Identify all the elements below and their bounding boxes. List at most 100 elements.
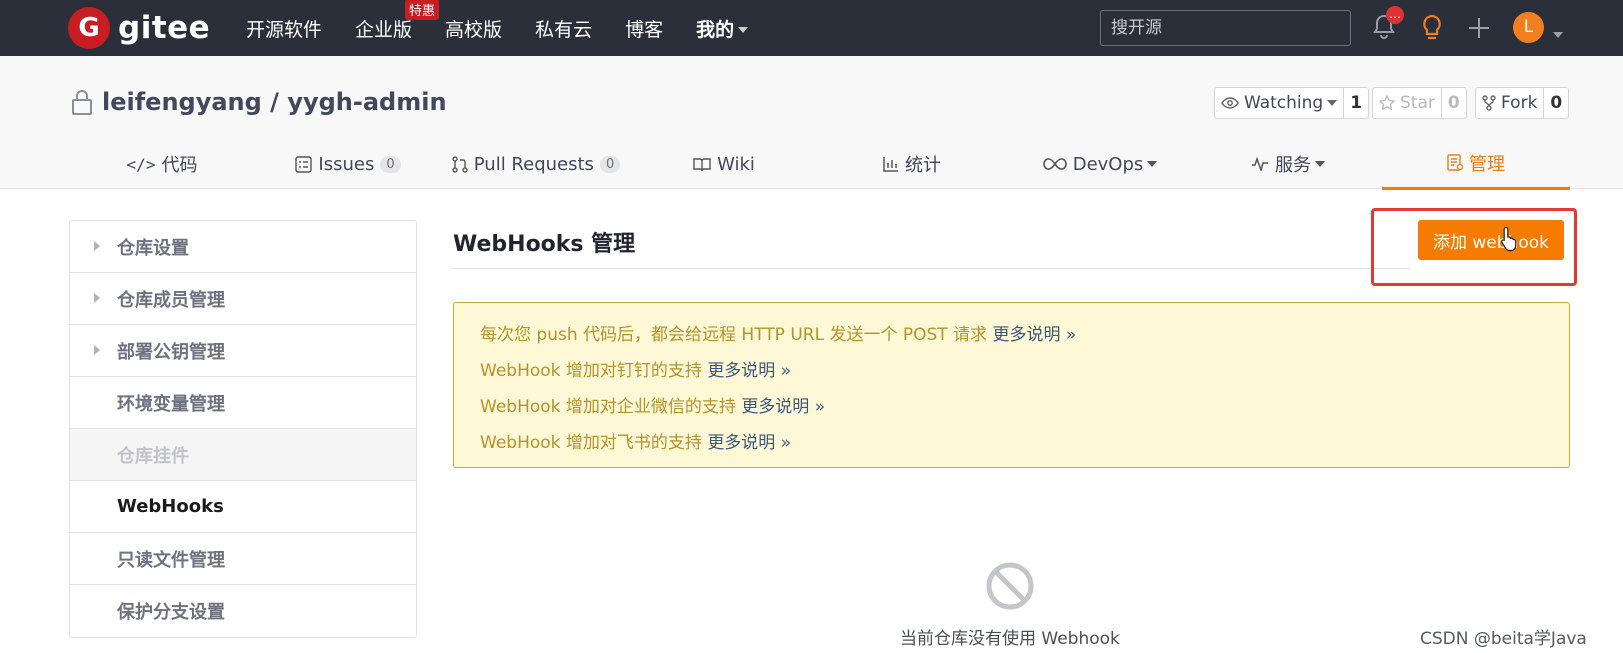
sidebar-item-label: 只读文件管理 <box>117 549 225 571</box>
caret-right-icon <box>94 241 100 251</box>
notice-line: 每次您 push 代码后，都会给远程 HTTP URL 发送一个 POST 请求… <box>480 317 1543 353</box>
chevron-down-icon <box>1553 31 1563 38</box>
tab-manage[interactable]: 管理 <box>1382 138 1570 190</box>
sidebar-item-members[interactable]: 仓库成员管理 <box>70 273 416 325</box>
notice-text: WebHook 增加对钉钉的支持 <box>480 361 708 381</box>
sidebar-item-label: 仓库设置 <box>117 237 189 259</box>
chevron-down-icon <box>1327 100 1338 106</box>
tab-code[interactable]: </> 代码 <box>70 138 254 190</box>
fork-button[interactable]: Fork <box>1476 88 1543 118</box>
sidebar-item-protected-branches[interactable]: 保护分支设置 <box>70 585 416 637</box>
notification-badge: … <box>1386 6 1404 24</box>
sidebar-item-widgets[interactable]: 仓库挂件 <box>70 429 416 481</box>
more-info-link[interactable]: 更多说明 » <box>707 361 791 381</box>
search-input[interactable] <box>1100 10 1351 46</box>
repo-owner-link[interactable]: leifengyang <box>102 88 262 116</box>
pull-requests-count-badge: 0 <box>599 155 621 173</box>
sidebar-item-webhooks[interactable]: WebHooks <box>70 481 416 533</box>
caret-right-icon <box>94 293 100 303</box>
issues-icon <box>295 155 313 173</box>
bar-chart-icon <box>883 157 898 172</box>
nav-blog[interactable]: 博客 <box>625 15 663 42</box>
caret-right-icon <box>94 345 100 355</box>
sidebar-item-label: 保护分支设置 <box>117 602 225 623</box>
notice-text: WebHook 增加对飞书的支持 <box>480 433 708 453</box>
promo-badge: 特惠 <box>405 0 440 20</box>
chevron-down-icon <box>738 27 749 33</box>
pulse-icon <box>1252 157 1268 171</box>
heading-divider <box>453 268 1410 269</box>
more-info-link[interactable]: 更多说明 » <box>741 397 825 417</box>
fork-label: Fork <box>1501 93 1538 113</box>
tab-services[interactable]: 服务 <box>1194 138 1382 190</box>
gitee-logo[interactable]: G gitee <box>68 6 210 50</box>
avatar[interactable]: L <box>1513 12 1544 43</box>
repo-title: leifengyang / yygh-admin <box>70 88 447 116</box>
star-label: Star <box>1400 93 1435 113</box>
chevron-down-icon <box>1147 161 1158 167</box>
notice-line: WebHook 增加对飞书的支持 更多说明 » <box>480 425 1543 461</box>
lock-icon <box>72 90 92 115</box>
infinity-icon <box>1042 158 1067 170</box>
issues-count-badge: 0 <box>380 155 401 173</box>
plus-icon <box>1469 18 1489 38</box>
fork-count[interactable]: 0 <box>1543 88 1568 118</box>
notifications-button[interactable]: … <box>1372 6 1404 44</box>
tab-wiki[interactable]: Wiki <box>630 138 818 190</box>
tab-manage-label: 管理 <box>1469 153 1505 175</box>
sidebar-item-label: 仓库挂件 <box>117 445 189 467</box>
nav-private-cloud[interactable]: 私有云 <box>535 15 592 42</box>
nav-enterprise[interactable]: 企业版 特惠 <box>355 0 440 42</box>
create-button[interactable] <box>1467 16 1491 44</box>
gitee-logo-mark: G <box>68 7 110 49</box>
fork-button-group: Fork 0 <box>1475 87 1570 119</box>
nav-education[interactable]: 高校版 <box>445 15 502 42</box>
tab-issues-label: Issues <box>318 153 375 175</box>
notice-line: WebHook 增加对钉钉的支持 更多说明 » <box>480 353 1543 389</box>
nav-mine[interactable]: 我的 <box>696 15 749 42</box>
repo-tabs: </> 代码 Issues 0 Pull Requests 0 Wiki 统计 … <box>70 138 1570 190</box>
tab-devops-label: DevOps <box>1072 153 1144 175</box>
tab-stats-label: 统计 <box>905 155 941 176</box>
empty-state-text: 当前仓库没有使用 Webhook <box>900 629 1120 649</box>
tab-devops[interactable]: DevOps <box>1006 138 1194 190</box>
nav-open-source[interactable]: 开源软件 <box>246 15 322 42</box>
no-entry-icon <box>986 562 1034 610</box>
star-button-group: Star 0 <box>1372 87 1467 119</box>
repo-header: leifengyang / yygh-admin Watching 1 Star… <box>0 56 1623 190</box>
watermark-text: CSDN @beita学Java <box>1420 629 1587 649</box>
star-button[interactable]: Star <box>1373 88 1441 118</box>
star-count[interactable]: 0 <box>1440 88 1466 118</box>
watch-count[interactable]: 1 <box>1343 88 1368 118</box>
lightbulb-icon <box>1423 14 1441 40</box>
sidebar-item-repo-settings[interactable]: 仓库设置 <box>70 221 416 273</box>
watch-button[interactable]: Watching <box>1215 88 1343 118</box>
notice-text: WebHook 增加对企业微信的支持 <box>480 397 742 417</box>
book-icon <box>693 157 711 171</box>
annotation-highlight-box <box>1371 208 1577 286</box>
tab-pull-requests-label: Pull Requests <box>473 153 594 175</box>
sidebar-item-readonly-files[interactable]: 只读文件管理 <box>70 533 416 585</box>
more-info-link[interactable]: 更多说明 » <box>992 325 1076 345</box>
notice-text: 每次您 push 代码后，都会给远程 HTTP URL 发送一个 POST 请求 <box>480 325 993 345</box>
sidebar-item-label: 仓库成员管理 <box>117 289 225 311</box>
nav-mine-label: 我的 <box>696 18 735 41</box>
sidebar-item-env-vars[interactable]: 环境变量管理 <box>70 377 416 429</box>
watch-label: Watching <box>1244 93 1324 113</box>
more-info-link[interactable]: 更多说明 » <box>707 433 791 453</box>
hand-cursor-icon <box>1501 226 1517 252</box>
chevron-down-icon <box>1315 161 1325 167</box>
tab-pull-requests[interactable]: Pull Requests 0 <box>442 138 630 190</box>
avatar-dropdown[interactable] <box>1549 24 1563 43</box>
tab-wiki-label: Wiki <box>717 153 755 175</box>
sidebar-item-deploy-keys[interactable]: 部署公钥管理 <box>70 325 416 377</box>
repo-name-link[interactable]: yygh-admin <box>287 88 446 116</box>
star-icon <box>1379 95 1395 111</box>
tab-services-label: 服务 <box>1275 155 1311 176</box>
ideas-button[interactable] <box>1420 14 1444 46</box>
manage-icon <box>1447 154 1463 171</box>
tab-stats[interactable]: 统计 <box>818 138 1006 190</box>
fork-icon <box>1482 95 1496 111</box>
watch-button-group: Watching 1 <box>1214 87 1370 119</box>
tab-issues[interactable]: Issues 0 <box>254 138 442 190</box>
